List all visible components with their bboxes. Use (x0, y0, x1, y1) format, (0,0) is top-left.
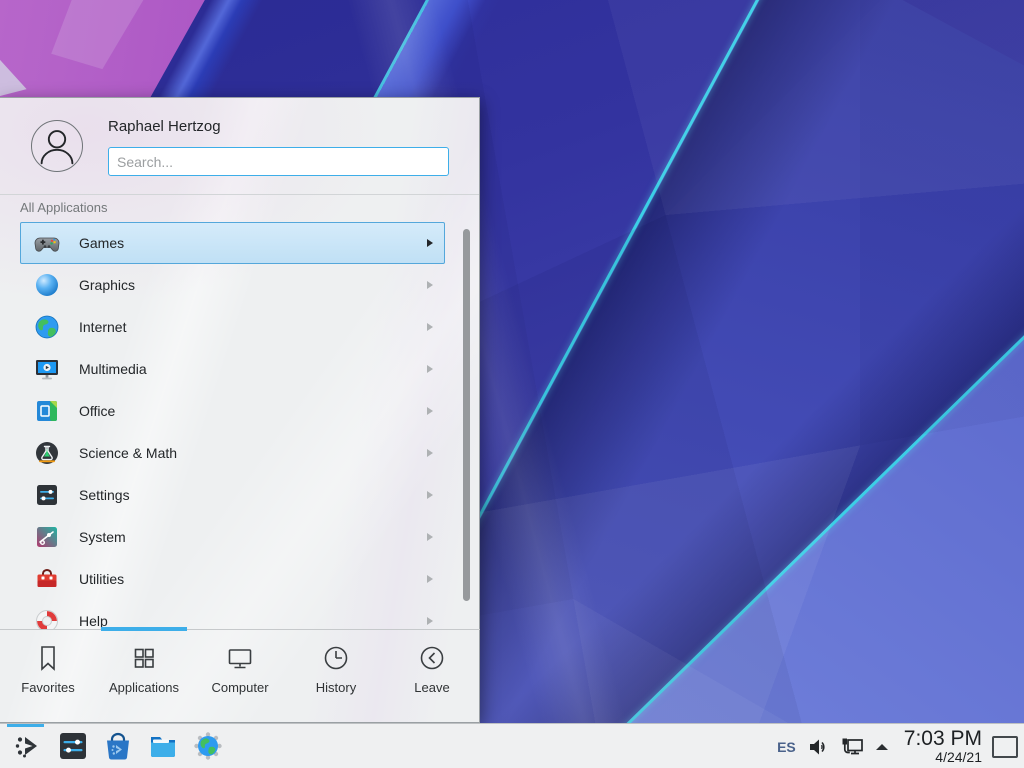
taskbar-panel: ES 7:03 PM 4/ (0, 723, 1024, 768)
expand-tray-caret-icon[interactable] (875, 743, 889, 751)
digital-clock[interactable]: 7:03 PM 4/24/21 (904, 728, 982, 765)
chevron-right-icon (426, 490, 434, 500)
tab-label: History (316, 680, 356, 695)
category-help[interactable]: Help (20, 600, 445, 629)
discover-icon (102, 730, 134, 762)
system-icon (33, 523, 61, 551)
konqueror-globe-icon (192, 730, 224, 762)
system-settings-icon (57, 730, 89, 762)
chevron-right-icon (426, 448, 434, 458)
network-icon[interactable] (840, 735, 866, 759)
category-label: Settings (79, 487, 130, 503)
category-system[interactable]: System (20, 516, 445, 558)
chevron-right-icon (426, 616, 434, 626)
kde-launcher-button[interactable] (12, 730, 44, 762)
category-label: Science & Math (79, 445, 177, 461)
category-label: Utilities (79, 571, 124, 587)
category-settings[interactable]: Settings (20, 474, 445, 516)
tab-leave[interactable]: Leave (384, 630, 480, 695)
category-multimedia[interactable]: Multimedia (20, 348, 445, 390)
user-name: Raphael Hertzog (108, 118, 221, 135)
games-icon (33, 229, 61, 257)
category-games[interactable]: Games (20, 222, 445, 264)
tab-label: Leave (414, 680, 449, 695)
category-label: Multimedia (79, 361, 147, 377)
system-tray: ES 7:03 PM 4/ (777, 724, 1018, 768)
tab-favorites[interactable]: Favorites (0, 630, 96, 695)
active-tab-indicator (101, 627, 187, 631)
volume-icon[interactable] (807, 736, 831, 758)
category-label: System (79, 529, 126, 545)
settings-icon (33, 481, 61, 509)
system-settings-launcher[interactable] (57, 730, 89, 762)
tab-label: Computer (211, 680, 268, 695)
search-input[interactable] (108, 147, 449, 176)
category-internet[interactable]: Internet (20, 306, 445, 348)
user-avatar[interactable] (31, 120, 83, 172)
list-scrollbar[interactable] (463, 229, 470, 601)
chevron-right-icon (426, 406, 434, 416)
category-science-math[interactable]: Science & Math (20, 432, 445, 474)
section-label: All Applications (20, 200, 107, 215)
discover-launcher[interactable] (102, 730, 134, 762)
chevron-right-icon (426, 322, 434, 332)
category-label: Graphics (79, 277, 135, 293)
keyboard-layout-indicator[interactable]: ES (777, 739, 796, 755)
category-graphics[interactable]: Graphics (20, 264, 445, 306)
header-divider (0, 194, 479, 195)
clock-icon (321, 643, 351, 673)
file-manager-launcher[interactable] (147, 730, 179, 762)
clock-date: 4/24/21 (904, 750, 982, 765)
category-label: Office (79, 403, 115, 419)
tab-history[interactable]: History (288, 630, 384, 695)
chevron-right-icon (426, 574, 434, 584)
science-icon (33, 439, 61, 467)
launcher-tabbar: Favorites Applications Computer (0, 629, 480, 724)
tab-label: Favorites (21, 680, 74, 695)
active-task-indicator (7, 724, 44, 727)
category-label: Games (79, 235, 124, 251)
help-icon (33, 607, 61, 629)
utilities-icon (33, 565, 61, 593)
user-icon (32, 120, 82, 172)
bookmark-icon (33, 643, 63, 673)
multimedia-icon (33, 355, 61, 383)
chevron-right-icon (426, 532, 434, 542)
category-list: Games Graphics (0, 222, 480, 629)
tab-label: Applications (109, 680, 179, 695)
grid-icon (129, 643, 159, 673)
tab-applications[interactable]: Applications (96, 630, 192, 695)
desktop: Raphael Hertzog All Applications Games (0, 0, 1024, 768)
office-icon (33, 397, 61, 425)
tab-computer[interactable]: Computer (192, 630, 288, 695)
monitor-icon (225, 643, 255, 673)
kde-launcher-icon (12, 730, 44, 762)
category-office[interactable]: Office (20, 390, 445, 432)
leave-icon (417, 643, 447, 673)
graphics-icon (33, 271, 61, 299)
application-launcher: Raphael Hertzog All Applications Games (0, 97, 480, 723)
chevron-right-icon (426, 238, 434, 248)
category-label: Internet (79, 319, 126, 335)
category-utilities[interactable]: Utilities (20, 558, 445, 600)
folder-icon (147, 730, 179, 762)
clock-time: 7:03 PM (904, 728, 982, 750)
internet-icon (33, 313, 61, 341)
chevron-right-icon (426, 280, 434, 290)
show-desktop-button[interactable] (992, 736, 1018, 758)
chevron-right-icon (426, 364, 434, 374)
web-browser-launcher[interactable] (192, 730, 224, 762)
